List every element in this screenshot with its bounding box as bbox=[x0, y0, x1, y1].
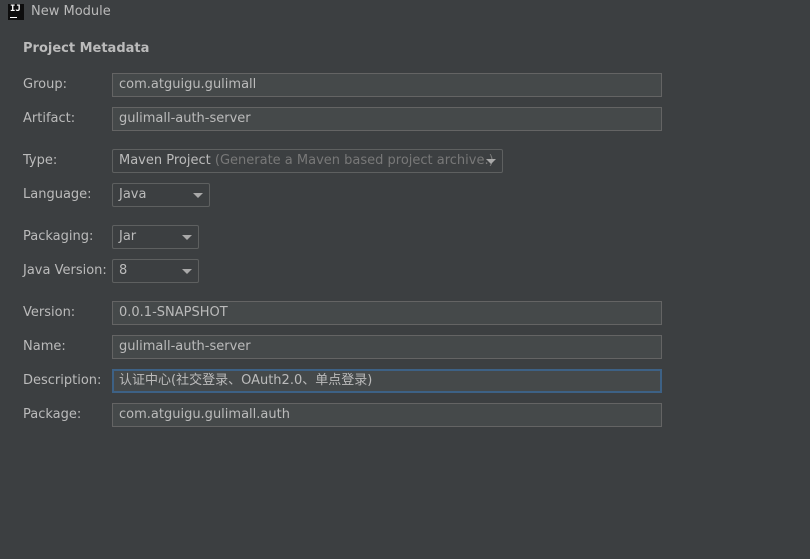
java-version-value: 8 bbox=[119, 263, 128, 278]
type-hint: (Generate a Maven based project archive.… bbox=[214, 153, 494, 168]
version-label: Version: bbox=[23, 305, 76, 320]
window-title: New Module bbox=[31, 4, 111, 19]
chevron-down-icon bbox=[182, 235, 192, 240]
packaging-value: Jar bbox=[119, 229, 137, 244]
group-input[interactable]: com.atguigu.gulimall bbox=[112, 73, 662, 97]
package-input[interactable]: com.atguigu.gulimall.auth bbox=[112, 403, 662, 427]
packaging-label: Packaging: bbox=[23, 229, 94, 244]
chevron-down-icon bbox=[182, 269, 192, 274]
section-title: Project Metadata bbox=[23, 41, 150, 56]
java-version-label: Java Version: bbox=[23, 263, 107, 278]
language-value: Java bbox=[119, 187, 147, 202]
chevron-down-icon bbox=[193, 193, 203, 198]
name-label: Name: bbox=[23, 339, 66, 354]
title-bar: IJ New Module bbox=[0, 0, 810, 24]
artifact-label: Artifact: bbox=[23, 111, 76, 126]
package-label: Package: bbox=[23, 407, 82, 422]
description-input[interactable]: 认证中心(社交登录、OAuth2.0、单点登录) bbox=[112, 369, 662, 393]
type-label: Type: bbox=[23, 153, 58, 168]
java-version-dropdown[interactable]: 8 bbox=[112, 259, 199, 283]
intellij-idea-icon: IJ bbox=[8, 4, 24, 20]
version-input[interactable]: 0.0.1-SNAPSHOT bbox=[112, 301, 662, 325]
type-dropdown[interactable]: Maven Project (Generate a Maven based pr… bbox=[112, 149, 503, 173]
group-label: Group: bbox=[23, 77, 67, 92]
chevron-down-icon bbox=[486, 159, 496, 164]
artifact-input[interactable]: gulimall-auth-server bbox=[112, 107, 662, 131]
name-input[interactable]: gulimall-auth-server bbox=[112, 335, 662, 359]
language-dropdown[interactable]: Java bbox=[112, 183, 210, 207]
language-label: Language: bbox=[23, 187, 92, 202]
packaging-dropdown[interactable]: Jar bbox=[112, 225, 199, 249]
description-label: Description: bbox=[23, 373, 102, 388]
type-value: Maven Project bbox=[119, 153, 211, 168]
